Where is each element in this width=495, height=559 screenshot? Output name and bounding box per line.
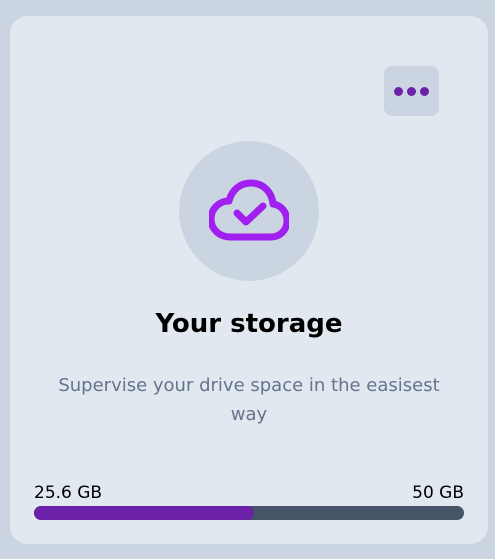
- storage-card: Your storage Supervise your drive space …: [10, 16, 488, 544]
- more-options-button[interactable]: [384, 66, 439, 116]
- menu-dot-icon: [420, 86, 429, 96]
- storage-labels: 25.6 GB 50 GB: [34, 483, 464, 503]
- storage-progress-fill: [34, 506, 255, 520]
- menu-dot-icon: [407, 86, 416, 96]
- cloud-icon-container: [179, 141, 319, 281]
- cloud-check-icon: [209, 179, 289, 241]
- used-storage-label: 25.6 GB: [34, 483, 103, 503]
- menu-dot-icon: [394, 86, 403, 96]
- storage-progress-bar: [34, 506, 464, 520]
- total-storage-label: 50 GB: [412, 483, 464, 503]
- card-title: Your storage: [155, 309, 343, 339]
- card-subtitle: Supervise your drive space in the easise…: [58, 375, 440, 425]
